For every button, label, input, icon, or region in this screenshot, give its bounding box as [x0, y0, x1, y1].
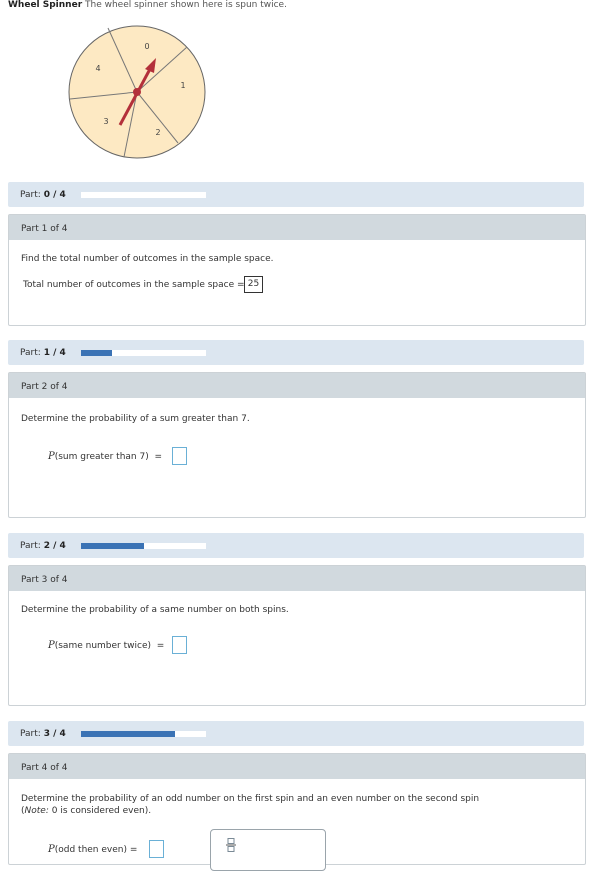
part-1-question: Find the total number of outcomes in the…	[21, 254, 274, 264]
part-2-answer-input[interactable]	[172, 447, 187, 465]
part-2-panel: Part 2 of 4 Determine the probability of…	[8, 372, 586, 518]
problem-intro: Wheel Spinner The wheel spinner shown he…	[8, 0, 287, 10]
progress-value: 3 / 4	[43, 729, 66, 739]
part-1-panel: Part 1 of 4 Find the total number of out…	[8, 214, 586, 326]
part-progress-1: Part: 1 / 4	[8, 340, 584, 365]
progress-value: 1 / 4	[43, 348, 66, 358]
progress-track	[81, 543, 206, 549]
part-2-title: Part 2 of 4	[21, 382, 68, 392]
problem-title: Wheel Spinner	[8, 0, 83, 10]
part-1-answer-label: Total number of outcomes in the sample s…	[23, 280, 245, 290]
part-1-header: Part 1 of 4	[9, 215, 585, 240]
part-4-title: Part 4 of 4	[21, 763, 68, 773]
part-2-question: Determine the probability of a sum great…	[21, 414, 250, 424]
spinner-number-0: 0	[144, 42, 149, 51]
progress-label: Part:	[20, 541, 41, 551]
spinner-number-4: 4	[95, 64, 100, 73]
part-2-probability-expression: P(sum greater than 7) =	[48, 451, 162, 462]
progress-fill	[81, 350, 113, 356]
part-3-panel: Part 3 of 4 Determine the probability of…	[8, 565, 586, 706]
progress-fill	[81, 731, 175, 737]
part-4-answer-input[interactable]	[149, 840, 164, 858]
progress-value: 0 / 4	[43, 190, 66, 200]
part-4-panel: Part 4 of 4 Determine the probability of…	[8, 753, 586, 871]
part-3-probability-expression: P(same number twice) =	[48, 640, 165, 651]
part-progress-2: Part: 2 / 4	[8, 533, 584, 558]
fraction-icon[interactable]	[226, 838, 236, 852]
part-4-question: Determine the probability of an odd numb…	[21, 794, 480, 804]
progress-track	[81, 350, 206, 356]
progress-label: Part:	[20, 190, 41, 200]
part-progress-3: Part: 3 / 4	[8, 721, 584, 746]
part-4-note: (Note: 0 is considered even).	[21, 806, 152, 816]
math-tool-palette	[210, 829, 326, 871]
part-2-header: Part 2 of 4	[9, 373, 585, 398]
part-4-probability-expression: P(odd then even) =	[48, 844, 138, 855]
problem-description: The wheel spinner shown here is spun twi…	[85, 0, 287, 10]
spinner-number-2: 2	[155, 128, 160, 137]
progress-track	[81, 192, 206, 198]
progress-value: 2 / 4	[43, 541, 66, 551]
part-3-answer-input[interactable]	[172, 636, 187, 654]
spinner-number-3: 3	[103, 117, 108, 126]
part-3-header: Part 3 of 4	[9, 566, 585, 591]
progress-label: Part:	[20, 729, 41, 739]
part-3-question: Determine the probability of a same numb…	[21, 605, 289, 615]
part-3-title: Part 3 of 4	[21, 575, 68, 585]
spinner-hub-icon	[133, 88, 141, 96]
part-1-title: Part 1 of 4	[21, 224, 68, 234]
wheel-spinner: 0 1 2 3 4	[68, 25, 206, 159]
part-progress-0: Part: 0 / 4	[8, 182, 584, 207]
progress-fill	[81, 543, 144, 549]
part-1-answer-box: 25	[244, 276, 263, 293]
progress-label: Part:	[20, 348, 41, 358]
part-4-header: Part 4 of 4	[9, 754, 585, 779]
progress-track	[81, 731, 206, 737]
spinner-number-1: 1	[180, 81, 185, 90]
